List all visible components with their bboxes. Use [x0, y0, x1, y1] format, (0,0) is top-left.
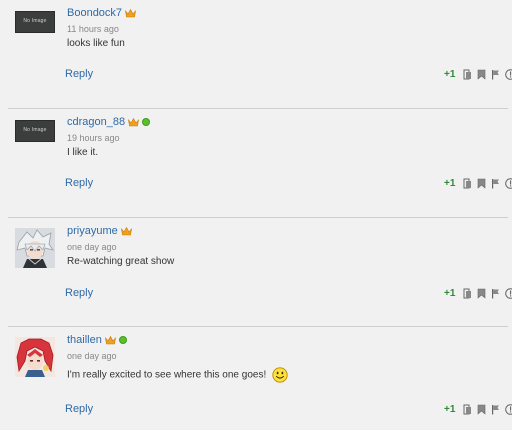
online-status-icon	[142, 118, 151, 126]
flag-icon[interactable]	[491, 404, 500, 415]
reply-link[interactable]: Reply	[65, 287, 93, 299]
avatar-placeholder-label: No Image	[23, 127, 47, 133]
timestamp: 11 hours ago	[67, 24, 119, 34]
username-link[interactable]: thaillen	[67, 334, 102, 346]
save-icon[interactable]	[477, 404, 486, 415]
comment-actions	[463, 69, 512, 80]
crown-badge-icon	[125, 8, 137, 17]
timestamp: one day ago	[67, 351, 117, 361]
comment-text: I'm really excited to see where this one…	[67, 369, 267, 381]
flag-icon[interactable]	[491, 69, 500, 80]
report-icon[interactable]	[505, 178, 512, 189]
vote-score: +1	[444, 404, 456, 415]
username-link[interactable]: priyayume	[67, 225, 118, 237]
avatar-placeholder-label: No Image	[23, 18, 47, 24]
comment-divider	[8, 326, 508, 327]
username-row: priyayume	[67, 225, 132, 237]
like-icon[interactable]	[463, 288, 472, 299]
timestamp: 19 hours ago	[67, 133, 120, 143]
vote-score: +1	[444, 69, 456, 80]
crown-badge-icon	[104, 335, 116, 344]
comment-text: looks like fun	[67, 38, 125, 49]
user-avatar-image	[15, 337, 55, 377]
reply-link[interactable]: Reply	[65, 403, 93, 415]
avatar[interactable]: No Image	[15, 120, 55, 142]
like-icon[interactable]	[463, 178, 472, 189]
vote-score: +1	[444, 288, 456, 299]
avatar[interactable]	[15, 228, 55, 268]
save-icon[interactable]	[477, 178, 486, 189]
comment-actions	[463, 404, 512, 415]
save-icon[interactable]	[477, 288, 486, 299]
reply-link[interactable]: Reply	[65, 68, 93, 80]
like-icon[interactable]	[463, 404, 472, 415]
username-row: Boondock7	[67, 7, 137, 19]
like-icon[interactable]	[463, 69, 472, 80]
report-icon[interactable]	[505, 404, 512, 415]
comment-text: I like it.	[67, 147, 99, 158]
username-link[interactable]: Boondock7	[67, 7, 122, 19]
avatar[interactable]: No Image	[15, 11, 55, 33]
crown-badge-icon	[128, 117, 140, 126]
avatar[interactable]	[15, 337, 55, 377]
flag-icon[interactable]	[491, 288, 500, 299]
username-row: cdragon_88	[67, 116, 151, 128]
timestamp: one day ago	[67, 242, 117, 252]
online-status-icon	[118, 336, 127, 344]
reply-link[interactable]: Reply	[65, 177, 93, 189]
comment-actions	[463, 288, 512, 299]
report-icon[interactable]	[505, 69, 512, 80]
smiley-icon	[272, 367, 288, 383]
comment-text: Re-watching great show	[67, 256, 175, 267]
crown-badge-icon	[120, 226, 132, 235]
comment-actions	[463, 178, 512, 189]
comment-text-row: I'm really excited to see where this one…	[67, 367, 288, 383]
comment-divider	[8, 108, 508, 109]
flag-icon[interactable]	[491, 178, 500, 189]
save-icon[interactable]	[477, 69, 486, 80]
vote-score: +1	[444, 178, 456, 189]
username-link[interactable]: cdragon_88	[67, 116, 125, 128]
username-row: thaillen	[67, 334, 127, 346]
comment-divider	[8, 217, 508, 218]
report-icon[interactable]	[505, 288, 512, 299]
user-avatar-image	[15, 228, 55, 268]
